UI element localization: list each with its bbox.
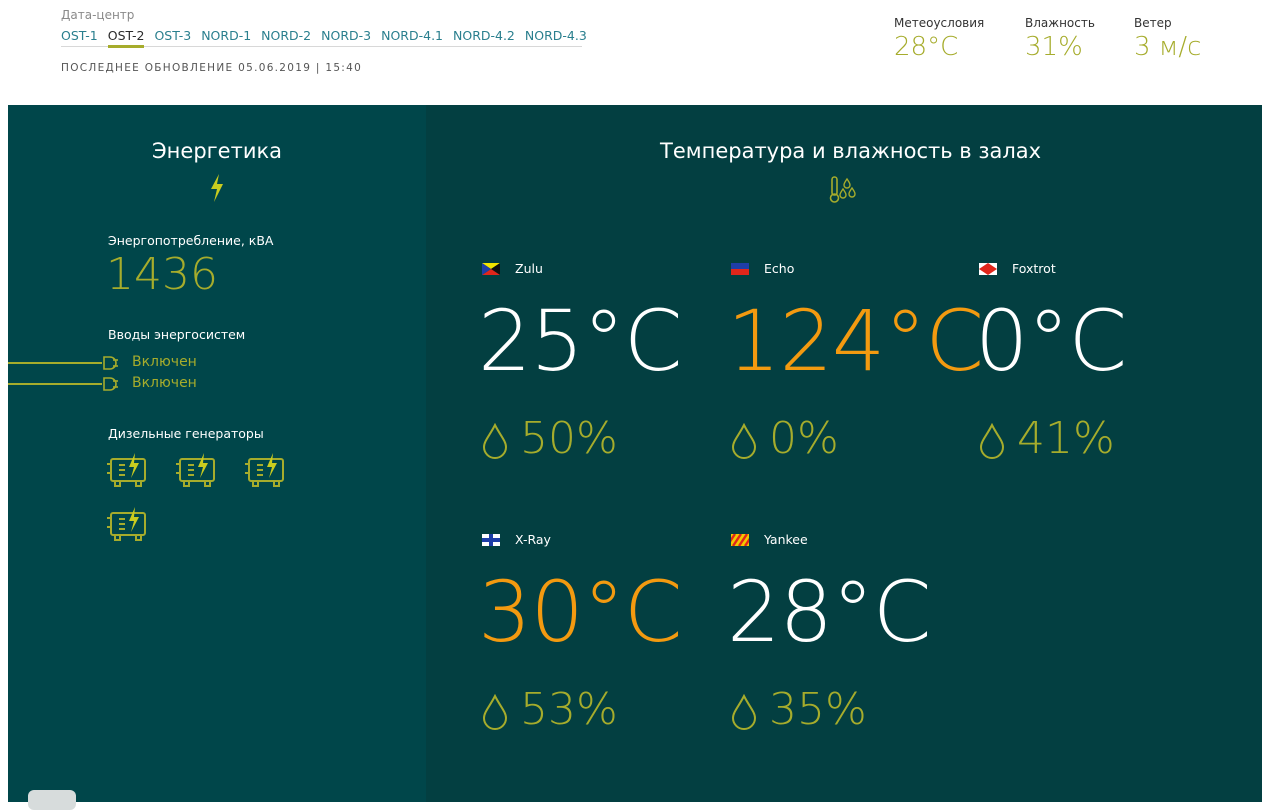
consumption-label: Энергопотребление, кВА xyxy=(108,233,274,248)
room-humidity: 35% xyxy=(769,684,867,735)
room-temperature: 0°C xyxy=(975,292,1127,390)
energy-title: Энергетика xyxy=(152,139,283,163)
rooms-panel: Температура и влажность в залах Zulu 25°… xyxy=(426,105,1262,802)
weather-humidity-value: 31% xyxy=(1025,32,1083,62)
room-echo[interactable]: Echo 124°C 0% xyxy=(727,261,984,501)
room-name: Foxtrot xyxy=(1012,261,1056,276)
plug-icon xyxy=(103,356,118,370)
generator-icon xyxy=(176,453,215,487)
xray-flag-icon xyxy=(482,534,500,546)
tab-nord-1[interactable]: NORD-1 xyxy=(201,28,251,43)
datacenter-label: Дата-центр xyxy=(61,8,135,22)
room-name: Yankee xyxy=(764,532,808,547)
room-temperature: 124°C xyxy=(727,292,984,390)
power-input-1: Включен xyxy=(8,354,308,372)
room-x-ray[interactable]: X-Ray 30°C 53% xyxy=(478,532,722,772)
tab-ost-1[interactable]: OST-1 xyxy=(61,28,98,43)
consumption-value: 1436 xyxy=(106,249,218,300)
weather-wind: Ветер 3 м/с xyxy=(1134,16,1201,62)
weather-wind-label: Ветер xyxy=(1134,16,1172,30)
generators-label: Дизельные генераторы xyxy=(108,426,264,441)
room-name: Zulu xyxy=(515,261,543,276)
room-yankee[interactable]: Yankee 28°C 35% xyxy=(727,532,971,772)
tab-nord-3[interactable]: NORD-3 xyxy=(321,28,371,43)
power-input-1-status: Включен xyxy=(132,354,197,370)
energy-panel: Энергетика Энергопотребление, кВА 1436 В… xyxy=(8,105,426,802)
humidity-drop-icon xyxy=(979,423,1005,459)
room-humidity: 50% xyxy=(520,413,618,464)
last-update: ПОСЛЕДНЕЕ ОБНОВЛЕНИЕ 05.06.2019 | 15:40 xyxy=(61,62,363,74)
weather-humidity: Влажность 31% xyxy=(1025,16,1095,62)
generator-icon xyxy=(107,507,146,541)
room-humidity: 53% xyxy=(520,684,618,735)
tab-nord-4-3[interactable]: NORD-4.3 xyxy=(525,28,587,43)
room-name: X-Ray xyxy=(515,532,551,547)
power-input-2: Включен xyxy=(8,375,308,393)
humidity-drop-icon xyxy=(731,423,757,459)
yankee-flag-icon xyxy=(731,534,749,546)
weather-conditions-label: Метеоусловия xyxy=(894,16,985,30)
lightning-icon xyxy=(211,174,223,202)
tab-nord-4-1[interactable]: NORD-4.1 xyxy=(381,28,443,43)
tab-ost-2[interactable]: OST-2 xyxy=(107,28,144,48)
weather-conditions: Метеоусловия 28°C xyxy=(894,16,984,62)
inputs-label: Вводы энергосистем xyxy=(108,327,246,342)
foxtrot-flag-icon xyxy=(979,263,997,275)
power-input-2-status: Включен xyxy=(132,375,197,391)
room-temperature: 28°C xyxy=(727,563,932,661)
datacenter-tabs: OST-1 OST-2 OST-3 NORD-1 NORD-2 NORD-3 N… xyxy=(61,28,587,48)
room-humidity: 0% xyxy=(769,413,839,464)
tab-nord-4-2[interactable]: NORD-4.2 xyxy=(453,28,515,43)
room-zulu[interactable]: Zulu 25°C 50% xyxy=(478,261,722,501)
weather-conditions-value: 28°C xyxy=(894,32,959,62)
tab-nord-2[interactable]: NORD-2 xyxy=(261,28,311,43)
thermometer-drops-icon xyxy=(829,176,856,203)
humidity-drop-icon xyxy=(482,694,508,730)
generator-icon xyxy=(245,453,284,487)
weather-humidity-label: Влажность xyxy=(1025,16,1095,30)
room-temperature: 30°C xyxy=(478,563,683,661)
plug-icon xyxy=(103,377,118,391)
zulu-flag-icon xyxy=(482,263,500,275)
humidity-drop-icon xyxy=(731,694,757,730)
weather-wind-value: 3 м/с xyxy=(1134,32,1202,62)
header: Дата-центр OST-1 OST-2 OST-3 NORD-1 NORD… xyxy=(0,0,1280,105)
humidity-drop-icon xyxy=(482,423,508,459)
room-humidity: 41% xyxy=(1017,413,1115,464)
rooms-title: Температура и влажность в залах xyxy=(660,139,1042,163)
generator-icon xyxy=(107,453,146,487)
room-foxtrot[interactable]: Foxtrot 0°C 41% xyxy=(975,261,1219,501)
room-name: Echo xyxy=(764,261,795,276)
room-temperature: 25°C xyxy=(478,292,683,390)
echo-flag-icon xyxy=(731,263,749,275)
scroll-handle[interactable] xyxy=(28,790,76,810)
tab-ost-3[interactable]: OST-3 xyxy=(154,28,191,43)
